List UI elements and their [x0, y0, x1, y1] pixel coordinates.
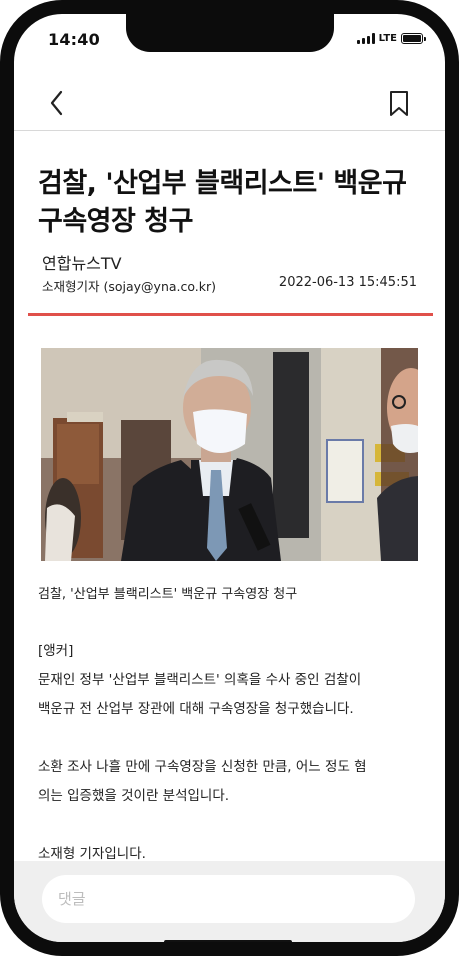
- body-line: 문재인 정부 '산업부 블랙리스트' 의혹을 수사 중인 검찰이: [38, 672, 362, 688]
- network-label: LTE: [378, 33, 397, 44]
- back-button[interactable]: [44, 88, 70, 118]
- article-headline: 검찰, '산업부 블랙리스트' 백운규 구속영장 청구: [38, 168, 407, 237]
- home-indicator[interactable]: [164, 940, 292, 942]
- body-tag: [앵커]: [38, 643, 74, 659]
- reporter-byline: 소재형기자 (sojay@yna.co.kr): [42, 279, 217, 294]
- article-photo: [41, 348, 418, 561]
- body-line: 소환 조사 나흘 만에 구속영장을 신청한 만큼, 어느 정도 혐: [38, 759, 367, 775]
- status-time: 14:40: [48, 30, 100, 49]
- accent-divider: [28, 313, 433, 316]
- article-content: 검찰, '산업부 블랙리스트' 백운규 구속영장 청구 연합뉴스TV 소재형기자…: [14, 131, 445, 861]
- photo-illustration: [41, 348, 418, 561]
- status-indicators: LTE: [356, 33, 426, 44]
- publish-datetime: 2022-06-13 15:45:51: [278, 275, 417, 290]
- signal-icon: [356, 33, 375, 44]
- body-line: 백운규 전 산업부 장관에 대해 구속영장을 청구했습니다.: [38, 701, 354, 717]
- article-body: [앵커] 문재인 정부 '산업부 블랙리스트' 의혹을 수사 중인 검찰이 백운…: [38, 637, 418, 861]
- top-nav: [14, 72, 445, 131]
- body-line: 소재형 기자입니다.: [38, 846, 146, 861]
- back-chevron-icon: [50, 90, 63, 116]
- comment-bar: [14, 861, 445, 942]
- bookmark-button[interactable]: [387, 88, 411, 118]
- comment-input[interactable]: [42, 875, 415, 923]
- photo-caption: 검찰, '산업부 블랙리스트' 백운규 구속영장 청구: [38, 587, 298, 602]
- phone-frame: 14:40 LTE 검찰, '산업부 블랙리스트' 백운규 구속영장 청구 연합…: [0, 0, 459, 956]
- notch: [126, 14, 334, 52]
- battery-icon: [401, 33, 426, 44]
- bookmark-icon: [390, 91, 408, 116]
- body-line: 의는 입증했을 것이란 분석입니다.: [38, 788, 230, 804]
- news-source[interactable]: 연합뉴스TV: [42, 250, 122, 274]
